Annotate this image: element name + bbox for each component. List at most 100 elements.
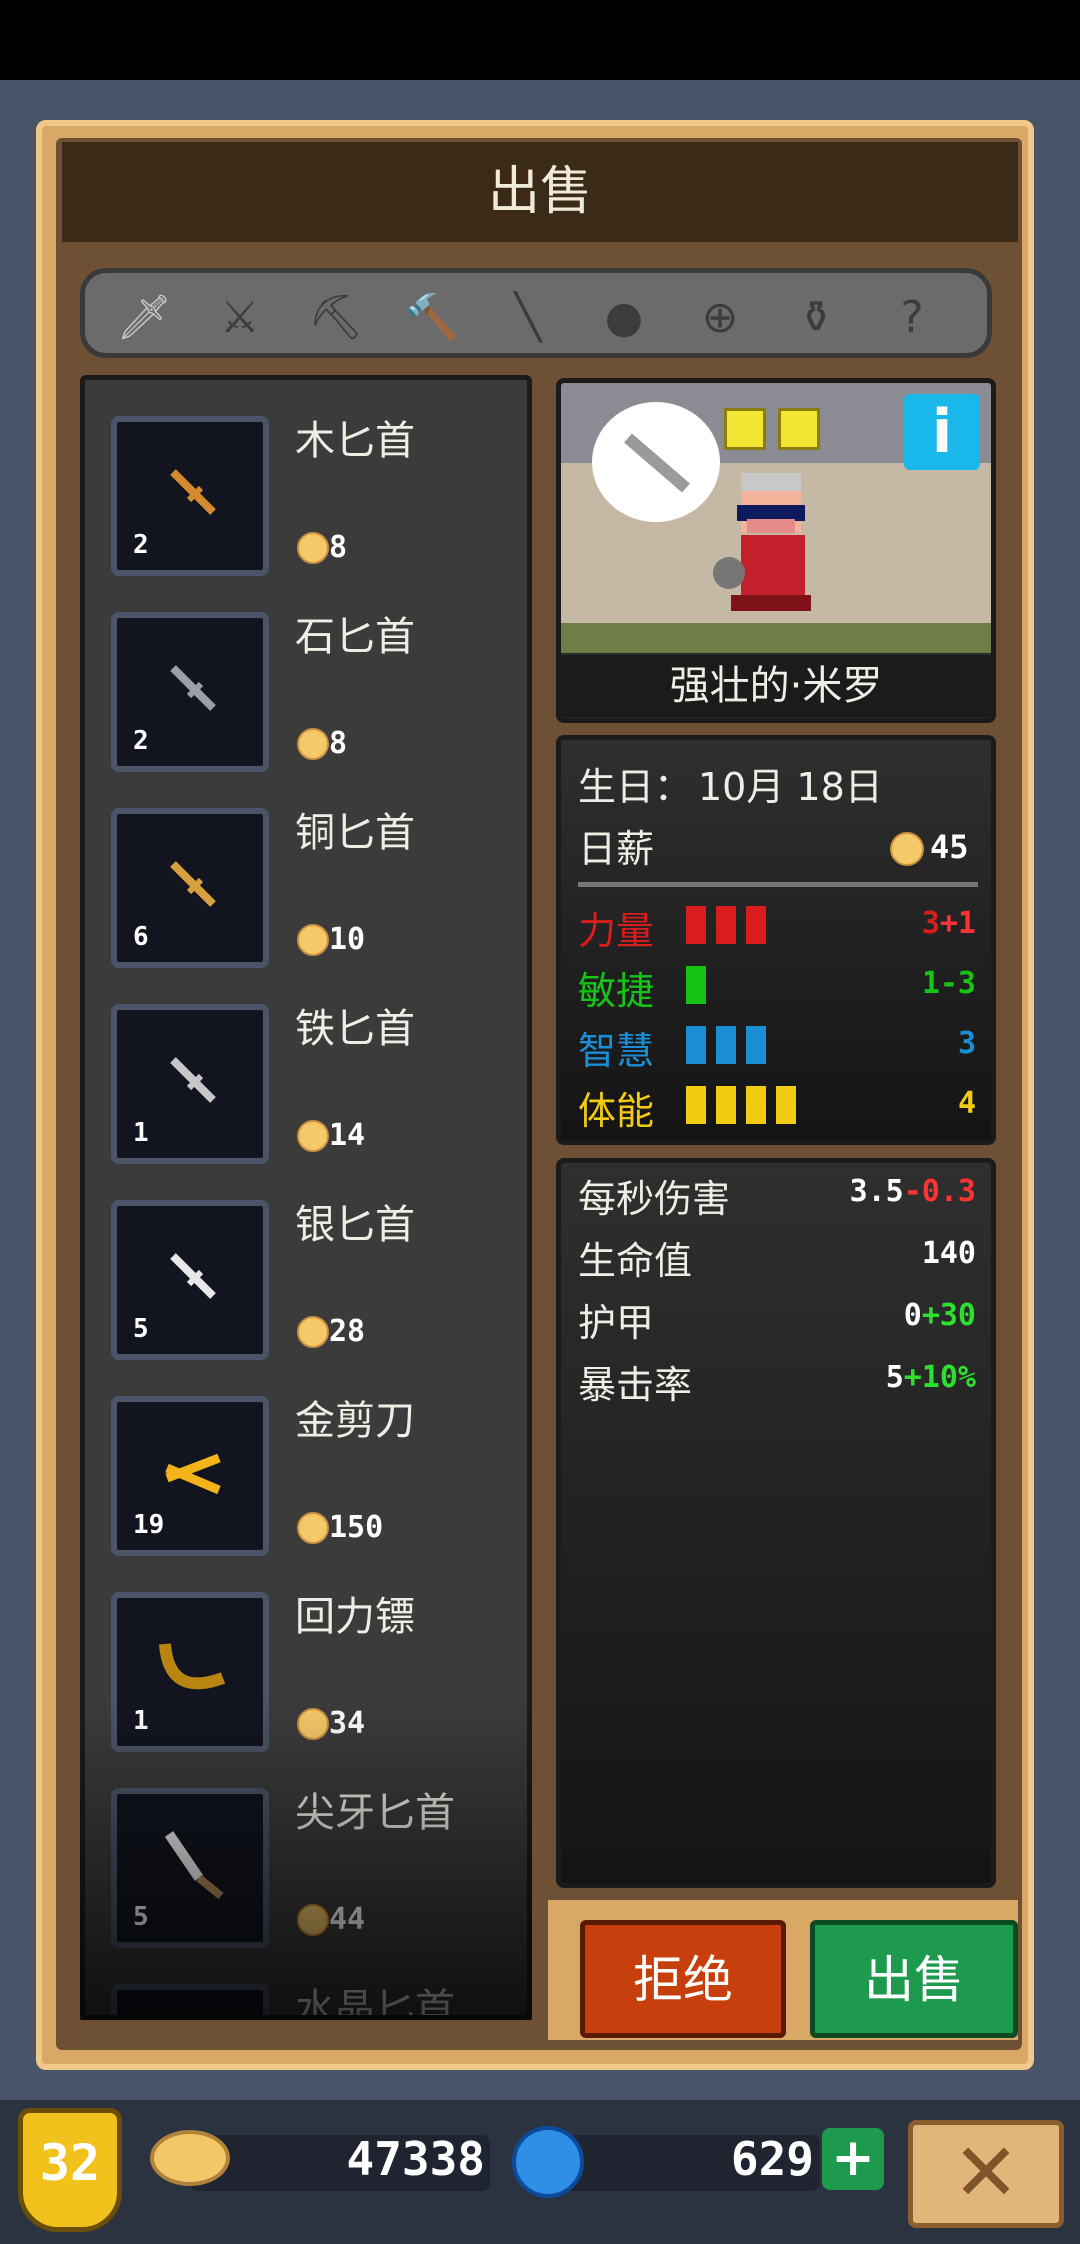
- combat-stat-label: 暴击率: [578, 1363, 693, 1407]
- buff-sword-icon[interactable]: [724, 408, 766, 450]
- attribute-value: 3+1: [921, 906, 976, 941]
- list-item[interactable]: 1 铁匕首 14: [85, 968, 525, 1164]
- combat-stat-value: 3.5-0.3: [849, 1174, 976, 1209]
- list-item[interactable]: 1 回力镖 34: [85, 1556, 525, 1752]
- item-slot[interactable]: 1: [111, 1004, 269, 1164]
- item-name: 铜匕首: [295, 810, 415, 856]
- coin-icon: [297, 1904, 329, 1936]
- window-title: 出售: [487, 162, 592, 222]
- coin-icon: [297, 1316, 329, 1348]
- item-price: 14: [329, 1118, 366, 1153]
- gem-amount: 629: [730, 2132, 814, 2186]
- fang-dagger-icon: [164, 1831, 224, 1900]
- item-slot[interactable]: 5: [111, 1788, 269, 1948]
- item-name: 木匕首: [295, 418, 415, 464]
- item-slot[interactable]: 5: [111, 1200, 269, 1360]
- item-quantity: 5: [133, 1314, 149, 1344]
- attribute-label: 力量: [578, 909, 655, 953]
- buff-shield-icon[interactable]: [778, 408, 820, 450]
- item-slot[interactable]: 2: [111, 612, 269, 772]
- close-button[interactable]: ✕: [908, 2120, 1064, 2228]
- attribute-pip: [686, 1086, 706, 1124]
- coin-icon: [297, 1708, 329, 1740]
- attribute-pip: [746, 1026, 766, 1064]
- info-button[interactable]: i: [904, 394, 980, 470]
- bow-icon[interactable]: ⊕: [687, 287, 753, 349]
- item-slot[interactable]: 2: [111, 416, 269, 576]
- axe-icon[interactable]: ⛏: [303, 287, 369, 349]
- attribute-pip: [686, 966, 706, 1004]
- item-quantity: 19: [133, 1510, 165, 1540]
- hero-name: 强壮的·米罗: [561, 655, 991, 717]
- add-gems-button[interactable]: +: [822, 2128, 884, 2190]
- list-item[interactable]: 5 尖牙匕首 44: [85, 1752, 525, 1948]
- list-item[interactable]: 2 石匕首 8: [85, 576, 525, 772]
- coin-icon: [297, 728, 329, 760]
- level-badge: 32: [18, 2108, 122, 2232]
- dagger-icon: [170, 861, 216, 907]
- gold-amount: 47338: [346, 2132, 485, 2186]
- item-price: 8: [329, 726, 348, 761]
- dagger-icon: [170, 665, 216, 711]
- item-name: 银匕首: [295, 1202, 415, 1248]
- list-item[interactable]: 水晶匕首: [85, 1948, 525, 2015]
- item-quantity: 2: [133, 530, 149, 560]
- item-quantity: 1: [133, 1706, 149, 1736]
- reject-button[interactable]: 拒绝: [580, 1920, 786, 2038]
- scissors-icon: [165, 1453, 221, 1495]
- salary-label: 日薪: [578, 827, 655, 871]
- attribute-pip: [686, 1026, 706, 1064]
- item-name: 尖牙匕首: [295, 1790, 455, 1836]
- attribute-pip: [716, 1026, 736, 1064]
- birthday-label: 生日：: [578, 765, 693, 809]
- list-item[interactable]: 5 银匕首 28: [85, 1164, 525, 1360]
- sell-button[interactable]: 出售: [810, 1920, 1018, 2038]
- combat-stat-label: 护甲: [578, 1301, 655, 1345]
- attribute-pip: [686, 906, 706, 944]
- list-item[interactable]: 6 铜匕首 10: [85, 772, 525, 968]
- pot-icon[interactable]: ⚱: [783, 287, 849, 349]
- attribute-label: 智慧: [578, 1029, 655, 1073]
- item-price: 150: [329, 1510, 384, 1545]
- item-slot[interactable]: [111, 1984, 269, 2015]
- item-list[interactable]: 2 木匕首 8 2 石匕首 8 6 铜匕首 10 1 铁匕首 14 5 银匕首 28 19 金剪刀 150 1 回力镖…: [80, 375, 532, 2020]
- birthday-value: 10月 18日: [698, 765, 883, 809]
- item-quantity: 5: [133, 1902, 149, 1932]
- list-item[interactable]: 19 金剪刀 150: [85, 1360, 525, 1556]
- sword-icon: [624, 433, 690, 493]
- sword-icon[interactable]: ⚔: [207, 287, 273, 349]
- hammer-icon[interactable]: 🔨: [399, 287, 465, 349]
- stats-divider: [578, 882, 978, 887]
- attribute-value: 3: [957, 1026, 976, 1061]
- combat-stat-label: 生命值: [578, 1239, 693, 1283]
- combat-stat-label: 每秒伤害: [578, 1177, 731, 1221]
- item-slot[interactable]: 1: [111, 1592, 269, 1752]
- item-price: 28: [329, 1314, 366, 1349]
- list-item[interactable]: 2 木匕首 8: [85, 380, 525, 576]
- gem-icon: [512, 2126, 584, 2198]
- item-price: 44: [329, 1902, 366, 1937]
- spear-icon[interactable]: ╲: [495, 287, 561, 349]
- dagger-icon: [170, 1057, 216, 1103]
- attribute-pip: [776, 1086, 796, 1124]
- attribute-pip: [716, 1086, 736, 1124]
- item-name: 金剪刀: [295, 1398, 415, 1444]
- hero-sprite: [713, 473, 811, 611]
- item-slot[interactable]: 19: [111, 1396, 269, 1556]
- mace-icon[interactable]: ●: [591, 287, 657, 349]
- attribute-value: 1-3: [921, 966, 976, 1001]
- item-price: 10: [329, 922, 366, 957]
- attribute-label: 体能: [578, 1089, 655, 1133]
- gold-coin-icon: [150, 2130, 230, 2186]
- status-bar: [0, 0, 1080, 80]
- item-slot[interactable]: 6: [111, 808, 269, 968]
- combat-stat-value: 0+30: [903, 1298, 976, 1333]
- item-name: 回力镖: [295, 1594, 415, 1640]
- attribute-label: 敏捷: [578, 969, 655, 1013]
- item-price: 8: [329, 530, 348, 565]
- category-tabs: 🗡 ⚔ ⛏ 🔨 ╲ ● ⊕ ⚱?: [80, 268, 992, 358]
- question-icon[interactable]: ?: [879, 287, 945, 349]
- speech-bubble: [592, 402, 720, 522]
- salary-value: 45: [930, 828, 969, 866]
- dagger-icon[interactable]: 🗡: [111, 287, 177, 349]
